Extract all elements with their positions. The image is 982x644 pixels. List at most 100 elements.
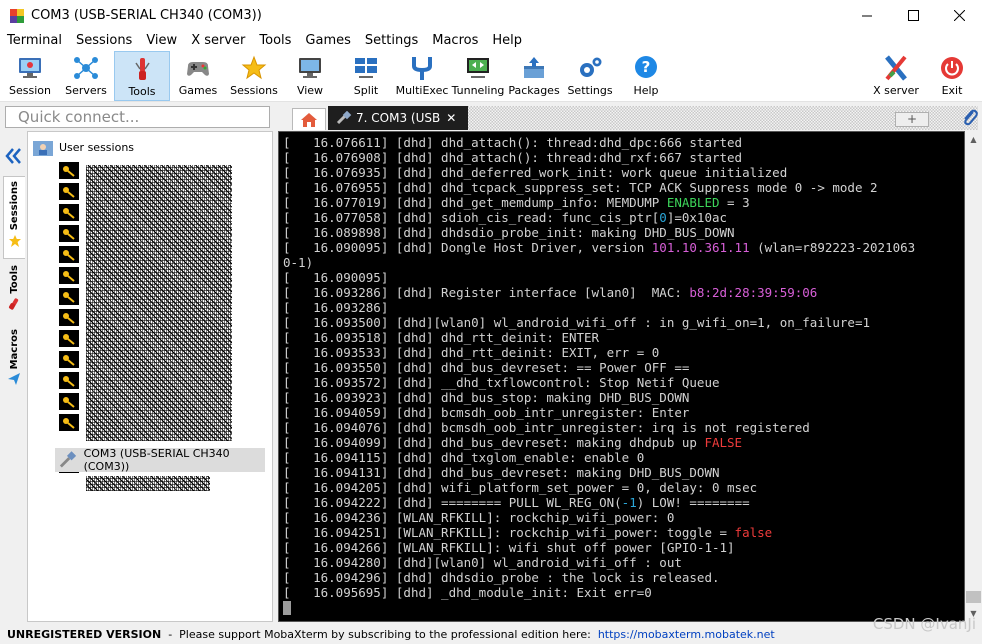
sessions-button[interactable]: Sessions <box>230 51 278 101</box>
xserver-button[interactable]: X server <box>872 51 920 101</box>
key-icon[interactable] <box>59 267 79 284</box>
scrollbar-thumb[interactable] <box>966 591 981 603</box>
collapse-sidebar-button[interactable] <box>5 147 21 168</box>
menu-macros[interactable]: Macros <box>425 31 485 51</box>
sidebar-tab-macros[interactable]: Macros <box>3 325 25 393</box>
terminal-segment: [dhd] bcmsdh_oob_intr_unregister: irq is… <box>395 420 810 435</box>
key-icon[interactable] <box>59 225 79 242</box>
terminal-line: [ 16.094251] [WLAN_RFKILL]: rockchip_wif… <box>283 525 959 540</box>
key-icon[interactable] <box>59 204 79 221</box>
tools-knife-icon <box>8 297 19 310</box>
multiexec-button[interactable]: MultiExec <box>396 51 448 101</box>
terminal-scrollbar[interactable]: ▲ ▼ <box>965 131 982 622</box>
session-item-com3-label: COM3 (USB-SERIAL CH340 (COM3)) <box>83 447 230 473</box>
terminal-timestamp: [ 16.093286] <box>283 300 389 315</box>
key-icon[interactable] <box>59 393 79 410</box>
menu-games[interactable]: Games <box>298 31 357 51</box>
terminal-segment: [dhd] dhd_bus_devreset: making DHD_BUS_D… <box>395 465 720 480</box>
menu-terminal[interactable]: Terminal <box>0 31 69 51</box>
key-icon[interactable] <box>59 414 79 431</box>
session-item-com3[interactable]: COM3 (USB-SERIAL CH340 (COM3)) <box>55 447 265 473</box>
terminal-segment: [dhd] dhd_deferred_work_init: work queue… <box>395 165 788 180</box>
home-icon <box>301 112 317 127</box>
serial-plug-icon <box>336 111 352 125</box>
key-icon[interactable] <box>59 183 79 200</box>
terminal-line: [ 16.094076] [dhd] bcmsdh_oob_intr_unreg… <box>283 420 959 435</box>
help-button[interactable]: ? Help <box>627 51 665 101</box>
terminal-line: [ 16.077019] [dhd] dhd_get_memdump_info:… <box>283 195 959 210</box>
attach-button[interactable] <box>961 108 979 131</box>
sidebar-tab-tools-label: Tools <box>8 265 20 294</box>
key-icon[interactable] <box>59 372 79 389</box>
terminal-timestamp: [ 16.094099] <box>283 435 396 450</box>
terminal-segment: [dhd] dhd_rtt_deinit: ENTER <box>395 330 600 345</box>
settings-button[interactable]: Settings <box>567 51 613 101</box>
mobatek-link[interactable]: https://mobaxterm.mobatek.net <box>598 628 775 641</box>
user-sessions-folder[interactable]: User sessions <box>33 139 134 156</box>
close-window-button[interactable] <box>936 0 982 31</box>
double-chevron-left-icon <box>5 148 21 164</box>
terminal-line: [ 16.090095] [dhd] Dongle Host Driver, v… <box>283 240 959 255</box>
terminal-line: [ 16.090095] <box>283 270 959 285</box>
star-icon <box>241 55 267 80</box>
menu-view[interactable]: View <box>139 31 184 51</box>
terminal-line: [ 16.093550] [dhd] dhd_bus_devreset: == … <box>283 360 959 375</box>
sidebar-tab-tools[interactable]: Tools <box>3 261 25 323</box>
star-icon <box>8 235 21 248</box>
games-button[interactable]: Games <box>176 51 220 101</box>
tab-close-icon[interactable]: ✕ <box>446 111 456 125</box>
packages-button[interactable]: Packages <box>508 51 560 101</box>
terminal-segment: [dhd] __dhd_txflowcontrol: Stop Netif Qu… <box>395 375 720 390</box>
terminal-line: [ 16.094115] [dhd] dhd_txglom_enable: en… <box>283 450 959 465</box>
user-folder-icon <box>33 141 53 156</box>
key-icon[interactable] <box>59 351 79 368</box>
terminal-line: 0-1) <box>283 255 959 270</box>
terminal-segment: [dhd] bcmsdh_oob_intr_unregister: Enter <box>395 405 690 420</box>
multiexec-fork-icon <box>412 57 432 80</box>
tab-com3[interactable]: 7. COM3 (USB ✕ <box>328 106 468 130</box>
terminal-line: [ 16.094222] [dhd] ======== PULL WL_REG_… <box>283 495 959 510</box>
tools-button[interactable]: Tools <box>114 51 170 101</box>
key-icon[interactable] <box>59 330 79 347</box>
new-tab-button[interactable]: + <box>895 112 929 127</box>
terminal-timestamp: [ 16.090095] <box>283 240 396 255</box>
mobaxterm-app-icon <box>10 8 24 23</box>
terminal-segment: [WLAN_RFKILL]: wifi shut off power [GPIO… <box>395 540 735 555</box>
terminal-segment: [dhd] dhd_attach(): thread:dhd_dpc:666 s… <box>395 135 743 150</box>
home-tab[interactable] <box>292 108 326 130</box>
servers-button[interactable]: Servers <box>62 51 110 101</box>
terminal-segment: [WLAN_RFKILL]: rockchip_wifi_power: togg… <box>395 525 735 540</box>
terminal-line: [ 16.077058] [dhd] sdioh_cis_read: func_… <box>283 210 959 225</box>
terminal-segment: [dhd] dhd_attach(): thread:dhd_rxf:667 s… <box>395 150 743 165</box>
menu-help[interactable]: Help <box>485 31 529 51</box>
tunneling-button[interactable]: Tunneling <box>452 51 504 101</box>
session-button[interactable]: Session <box>8 51 52 101</box>
terminal-output[interactable]: [ 16.076611] [dhd] dhd_attach(): thread:… <box>278 131 965 622</box>
terminal-timestamp: [ 16.094059] <box>283 405 396 420</box>
menu-settings[interactable]: Settings <box>358 31 425 51</box>
quick-connect-input[interactable]: Quick connect... <box>5 106 270 128</box>
key-icon[interactable] <box>59 288 79 305</box>
split-button[interactable]: Split <box>346 51 386 101</box>
scroll-up-arrow-icon[interactable]: ▲ <box>965 131 982 148</box>
terminal-timestamp: [ 16.094076] <box>283 420 396 435</box>
menu-sessions[interactable]: Sessions <box>69 31 139 51</box>
sessions-panel: User sessions COM3 (USB-SERIAL CH340 (CO… <box>27 131 273 622</box>
sidebar-tab-sessions[interactable]: Sessions <box>3 176 25 259</box>
key-icon[interactable] <box>59 162 79 179</box>
redacted-session-name <box>86 476 210 491</box>
menu-xserver[interactable]: X server <box>184 31 252 51</box>
terminal-segment: 101.10.361.11 <box>651 240 750 255</box>
terminal-segment: [dhd] dhd_get_memdump_info: MEMDUMP <box>395 195 667 210</box>
terminal-segment: [dhd] dhd_bus_devreset: == Power OFF == <box>395 360 690 375</box>
view-button[interactable]: View <box>290 51 330 101</box>
paper-plane-icon <box>8 373 20 386</box>
maximize-button[interactable] <box>890 0 936 31</box>
key-icon[interactable] <box>59 309 79 326</box>
maximize-icon <box>907 10 919 21</box>
minimize-button[interactable] <box>844 0 890 31</box>
exit-button[interactable]: Exit <box>934 51 970 101</box>
terminal-timestamp: [ 16.094236] <box>283 510 396 525</box>
key-icon[interactable] <box>59 246 79 263</box>
menu-tools[interactable]: Tools <box>252 31 298 51</box>
